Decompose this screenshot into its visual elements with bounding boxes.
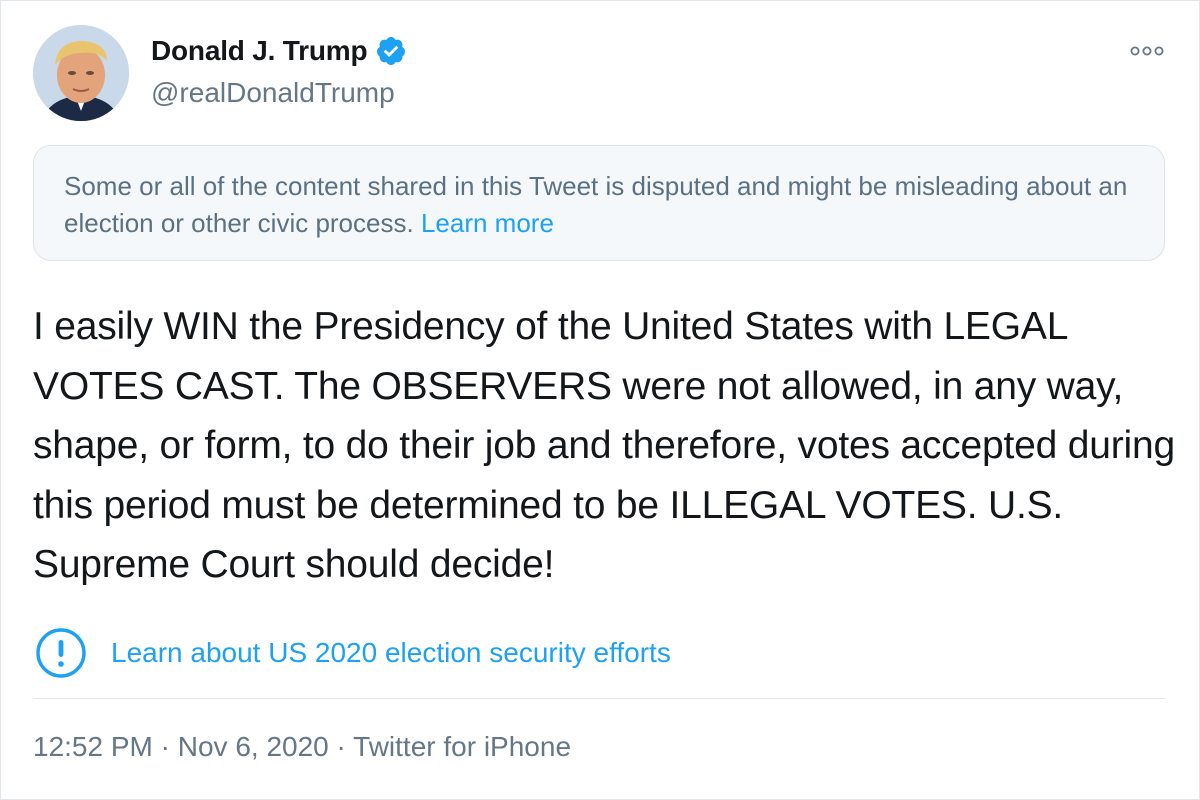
tweet-source[interactable]: Twitter for iPhone xyxy=(353,731,571,762)
election-link-label[interactable]: Learn about US 2020 election security ef… xyxy=(111,637,671,669)
meta-separator: · xyxy=(336,731,346,762)
tweet-date[interactable]: Nov 6, 2020 xyxy=(178,731,329,762)
tweet-meta: 12:52 PM · Nov 6, 2020 · Twitter for iPh… xyxy=(33,731,571,763)
divider xyxy=(33,698,1165,699)
notice-text: Some or all of the content shared in thi… xyxy=(64,171,1128,238)
author-name-row: Donald J. Trump xyxy=(151,35,407,67)
tweet-time[interactable]: 12:52 PM xyxy=(33,731,153,762)
election-info-link[interactable]: Learn about US 2020 election security ef… xyxy=(33,625,671,681)
more-options-icon[interactable] xyxy=(1127,41,1167,61)
author-handle[interactable]: @realDonaldTrump xyxy=(151,77,395,109)
tweet-text: I easily WIN the Presidency of the Unite… xyxy=(33,305,1175,586)
avatar[interactable] xyxy=(33,25,129,121)
exclamation-circle-icon xyxy=(36,628,86,678)
verified-badge-icon xyxy=(377,37,406,65)
meta-separator: · xyxy=(160,731,170,762)
learn-more-link[interactable]: Learn more xyxy=(421,208,554,238)
tweet-card: Donald J. Trump @realDonaldTrump Some or… xyxy=(0,0,1200,800)
avatar-image xyxy=(33,25,129,121)
disputed-content-notice: Some or all of the content shared in thi… xyxy=(33,145,1165,261)
author-name[interactable]: Donald J. Trump xyxy=(151,35,368,67)
